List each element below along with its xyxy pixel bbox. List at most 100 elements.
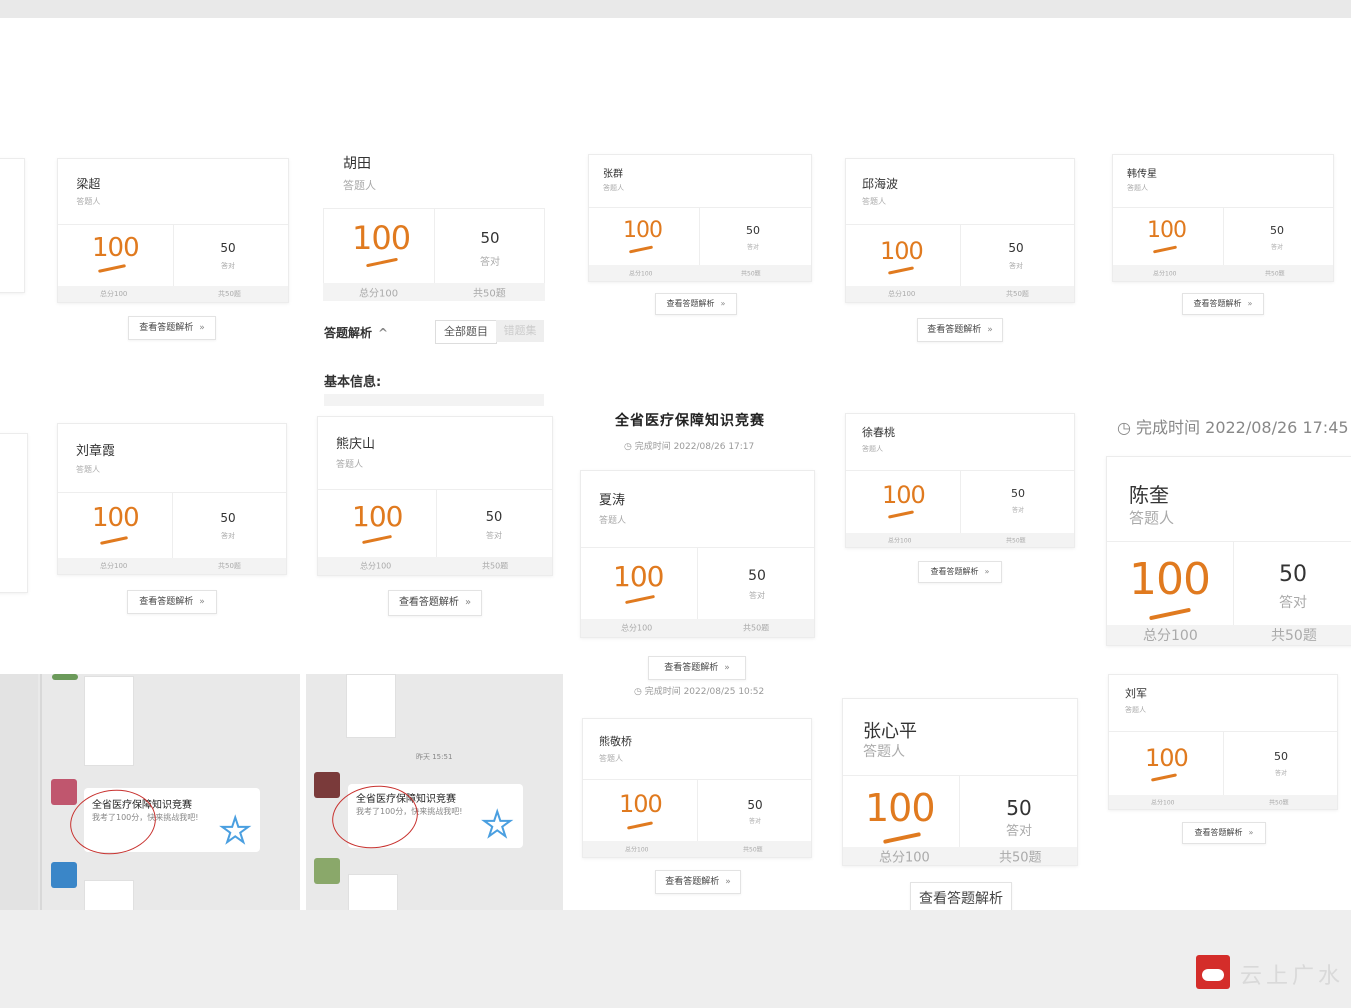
- correct-label: 答对: [1270, 244, 1283, 251]
- respondent-role: 答题人: [603, 184, 624, 192]
- score-card-liangchao: 梁超 答题人 100 50 答对 总分100 共50题: [57, 158, 289, 303]
- respondent-role: 答题人: [863, 744, 905, 760]
- view-analysis-button[interactable]: 查看答题解析»: [655, 870, 741, 894]
- respondent-role: 答题人: [1125, 706, 1146, 714]
- question-count: 共50题: [1006, 537, 1026, 545]
- info-row-cut: [324, 394, 544, 406]
- score-row: 100 50 答对: [1107, 541, 1351, 630]
- score-value: 100: [1145, 744, 1189, 772]
- question-count: 共50题: [218, 290, 241, 298]
- respondent-name: 梁超: [76, 177, 101, 191]
- correct-count: 50: [1011, 487, 1025, 500]
- score-value: 100: [1129, 554, 1211, 605]
- correct-count: 50: [220, 241, 236, 255]
- score-underline: [1152, 245, 1178, 254]
- score-card-hutian: 胡田 答题人 100 50 答对 总分100 共50题: [323, 151, 545, 301]
- question-count: 共50题: [1271, 628, 1317, 644]
- card-footer: 总分100 共50题: [318, 557, 552, 575]
- view-analysis-button[interactable]: 查看答题解析»: [1182, 293, 1264, 315]
- card-footer: 总分100 共50题: [589, 265, 811, 281]
- chat-timestamp: 昨天 15:51: [416, 753, 453, 761]
- score-underline: [99, 536, 129, 545]
- score-row: 100 50 答对: [843, 775, 1077, 850]
- view-analysis-button[interactable]: 查看答题解析»: [388, 590, 482, 616]
- respondent-role: 答题人: [1127, 184, 1148, 192]
- view-analysis-button[interactable]: 查看答题解析»: [128, 316, 216, 340]
- question-count: 共50题: [1269, 799, 1289, 807]
- respondent-role: 答题人: [862, 445, 883, 453]
- chat-screenshot-2: 昨天 15:51 全省医疗保障知识竞赛 我考了100分，快来挑战我吧! ★: [306, 674, 563, 910]
- correct-count: 50: [746, 224, 760, 237]
- question-count: 共50题: [473, 288, 506, 300]
- view-analysis-button[interactable]: 查看答题解析»: [917, 318, 1003, 342]
- total-score: 总分100: [100, 562, 128, 570]
- total-score: 总分100: [1153, 270, 1177, 278]
- correct-label: 答对: [1009, 262, 1023, 270]
- total-score: 总分100: [360, 561, 392, 571]
- respondent-role: 答题人: [862, 197, 886, 206]
- shared-page-thumbnail: [84, 880, 134, 910]
- correct-count: 50: [1008, 241, 1024, 255]
- question-count: 共50题: [482, 561, 509, 571]
- score-value: 100: [880, 237, 924, 265]
- correct-label: 答对: [749, 591, 765, 600]
- correct-count: 50: [747, 798, 763, 812]
- avatar: [51, 779, 77, 805]
- total-score: 总分100: [359, 288, 399, 300]
- view-analysis-button[interactable]: 查看答题解析»: [1182, 822, 1266, 844]
- card-footer: 总分100 共50题: [1113, 265, 1333, 281]
- analysis-header[interactable]: 答题解析 ^: [324, 324, 388, 341]
- score-underline: [628, 245, 654, 254]
- basic-info-label: 基本信息:: [324, 375, 382, 390]
- collage-canvas: 梁超 答题人 100 50 答对 总分100 共50题 查看答题解析» 胡田 答…: [0, 18, 1351, 910]
- app-logo-icon: [1196, 955, 1230, 989]
- score-underline: [887, 510, 915, 519]
- cut-card-left-mid: [0, 433, 28, 593]
- avatar: [51, 862, 77, 888]
- score-row: 100 50 答对: [1109, 731, 1337, 796]
- star-icon: ★: [481, 805, 514, 845]
- score-card-zhangxinping: 张心平 答题人 100 50 答对 总分100 共50题: [842, 698, 1078, 866]
- score-value: 100: [92, 503, 140, 533]
- top-strip: [0, 0, 1351, 18]
- score-underline: [625, 594, 655, 605]
- score-underline: [362, 534, 392, 545]
- correct-label: 答对: [1274, 770, 1287, 777]
- card-footer: 总分100 共50题: [581, 619, 814, 637]
- score-card-zhangqun: 张群 答题人 100 50 答对 总分100 共50题: [588, 154, 812, 282]
- respondent-name: 邱海波: [862, 177, 899, 191]
- total-score: 总分100: [621, 623, 653, 633]
- total-score: 总分100: [879, 850, 930, 866]
- question-count: 共50题: [218, 562, 241, 570]
- respondent-name: 徐春桃: [862, 426, 895, 439]
- score-underline: [887, 266, 915, 275]
- correct-label: 答对: [748, 818, 761, 825]
- chat-screenshot-1: 全省医疗保障知识竞赛 我考了100分，快来挑战我吧! ★: [0, 674, 300, 910]
- score-row: 100 50 答对: [58, 492, 286, 561]
- score-value: 100: [613, 560, 664, 593]
- correct-label: 答对: [746, 244, 759, 251]
- score-underline: [626, 821, 654, 830]
- avatar: [314, 772, 340, 798]
- score-row: 100 50 答对: [58, 224, 288, 289]
- tab-wrong-questions[interactable]: 错题集: [496, 320, 544, 342]
- respondent-name: 张群: [603, 169, 623, 180]
- view-analysis-button[interactable]: 查看答题解析»: [918, 561, 1002, 583]
- score-card-xiongjingqiao: 熊敬桥 答题人 100 50 答对 总分100 共50题: [582, 718, 812, 858]
- question-count: 共50题: [999, 850, 1042, 866]
- tab-all-questions[interactable]: 全部题目: [435, 320, 497, 344]
- correct-count: 50: [480, 229, 500, 247]
- respondent-name: 胡田: [343, 156, 371, 172]
- contest-title: 全省医疗保障知识竞赛: [615, 413, 765, 429]
- view-analysis-button[interactable]: 查看答题解析»: [655, 293, 737, 315]
- view-analysis-button[interactable]: 查看答题解析»: [648, 656, 746, 680]
- shared-page-thumbnail: [348, 874, 398, 910]
- respondent-role: 答题人: [1129, 509, 1175, 527]
- score-underline: [1150, 773, 1178, 782]
- view-analysis-button[interactable]: 查看答题解析»: [127, 590, 217, 614]
- score-value: 100: [352, 500, 403, 533]
- correct-label: 答对: [486, 531, 502, 540]
- score-underline: [1149, 607, 1191, 621]
- view-analysis-button[interactable]: 查看答题解析: [910, 882, 1012, 910]
- correct-count: 50: [748, 568, 766, 584]
